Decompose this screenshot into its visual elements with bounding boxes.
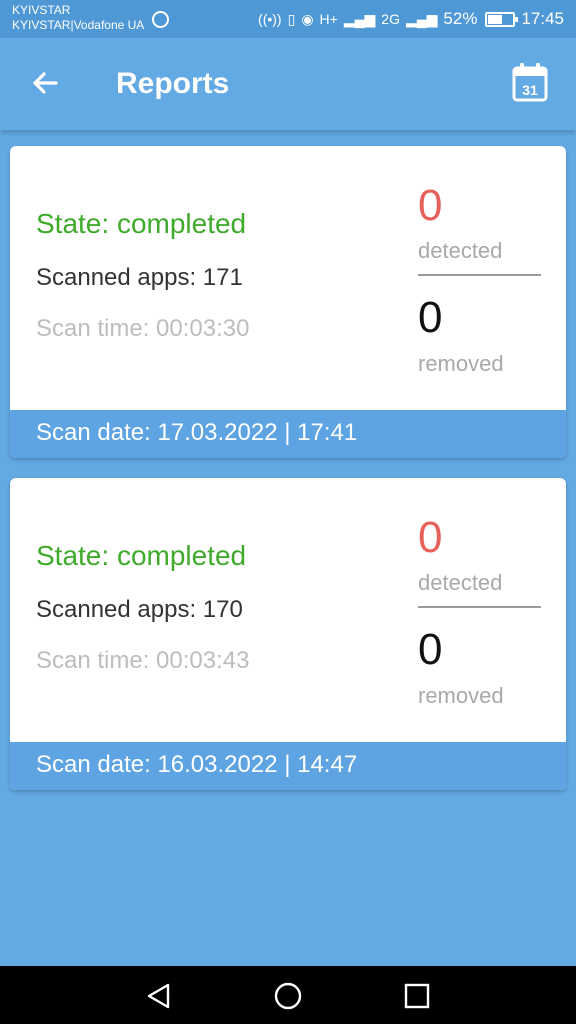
- reports-list: State: completed Scanned apps: 171 Scan …: [10, 146, 566, 810]
- hotspot-icon: ((•)): [258, 11, 282, 27]
- removed-count: 0: [418, 293, 443, 342]
- scanned-apps: Scanned apps: 171: [36, 264, 243, 291]
- carrier-line-2: KYIVSTAR|Vodafone UA: [12, 18, 145, 32]
- report-card[interactable]: State: completed Scanned apps: 170 Scan …: [10, 478, 566, 790]
- signal-icon: ▂▄▆: [343, 11, 376, 27]
- removed-label: removed: [418, 683, 504, 708]
- calendar-day: 31: [522, 82, 538, 98]
- battery-percent: 52%: [443, 9, 478, 28]
- battery-fill: [488, 14, 502, 24]
- detected-label: detected: [418, 238, 503, 263]
- home-circle-icon[interactable]: [273, 981, 303, 1011]
- calendar-icon[interactable]: 31: [512, 62, 548, 102]
- stat-divider: [418, 606, 541, 608]
- status-bar: KYIVSTAR KYIVSTAR|Vodafone UA ((•)) ▯ ◉ …: [0, 0, 576, 38]
- carrier-line-1: KYIVSTAR: [12, 3, 71, 17]
- page-title: Reports: [116, 67, 230, 100]
- removed-count: 0: [418, 625, 443, 674]
- back-triangle-icon[interactable]: [144, 981, 174, 1011]
- recents-square-icon[interactable]: [402, 981, 432, 1011]
- detected-count: 0: [418, 181, 443, 230]
- app-bar: Reports 31: [0, 38, 576, 130]
- scan-time: Scan time: 00:03:43: [36, 647, 250, 674]
- vibrate-icon: ▯: [287, 11, 296, 27]
- navigation-bar: [0, 966, 576, 1024]
- network-type-2: 2G: [381, 11, 400, 27]
- report-state: State: completed: [36, 540, 247, 571]
- report-state: State: completed: [36, 208, 247, 239]
- signal-icon: ▂▄▆: [405, 11, 438, 27]
- scan-time: Scan time: 00:03:30: [36, 315, 250, 342]
- carrier-info: KYIVSTAR KYIVSTAR|Vodafone UA: [12, 3, 144, 33]
- arrow-left-icon[interactable]: [28, 66, 62, 100]
- scan-date: Scan date: 16.03.2022 | 14:47: [10, 742, 566, 790]
- stat-divider: [418, 274, 541, 276]
- eye-comfort-icon: ◉: [301, 11, 314, 27]
- detected-label: detected: [418, 570, 503, 595]
- scanned-apps: Scanned apps: 170: [36, 596, 243, 623]
- network-type-1: H+: [319, 11, 338, 27]
- removed-label: removed: [418, 351, 504, 376]
- sync-icon: [152, 11, 169, 28]
- status-time: 17:45: [521, 9, 564, 28]
- battery-icon: [485, 11, 519, 27]
- detected-count: 0: [418, 513, 443, 562]
- status-icons: ((•)) ▯ ◉ H+ ▂▄▆ 2G ▂▄▆ 52% 17:45: [258, 8, 564, 30]
- report-card[interactable]: State: completed Scanned apps: 171 Scan …: [10, 146, 566, 458]
- scan-date: Scan date: 17.03.2022 | 17:41: [10, 410, 566, 458]
